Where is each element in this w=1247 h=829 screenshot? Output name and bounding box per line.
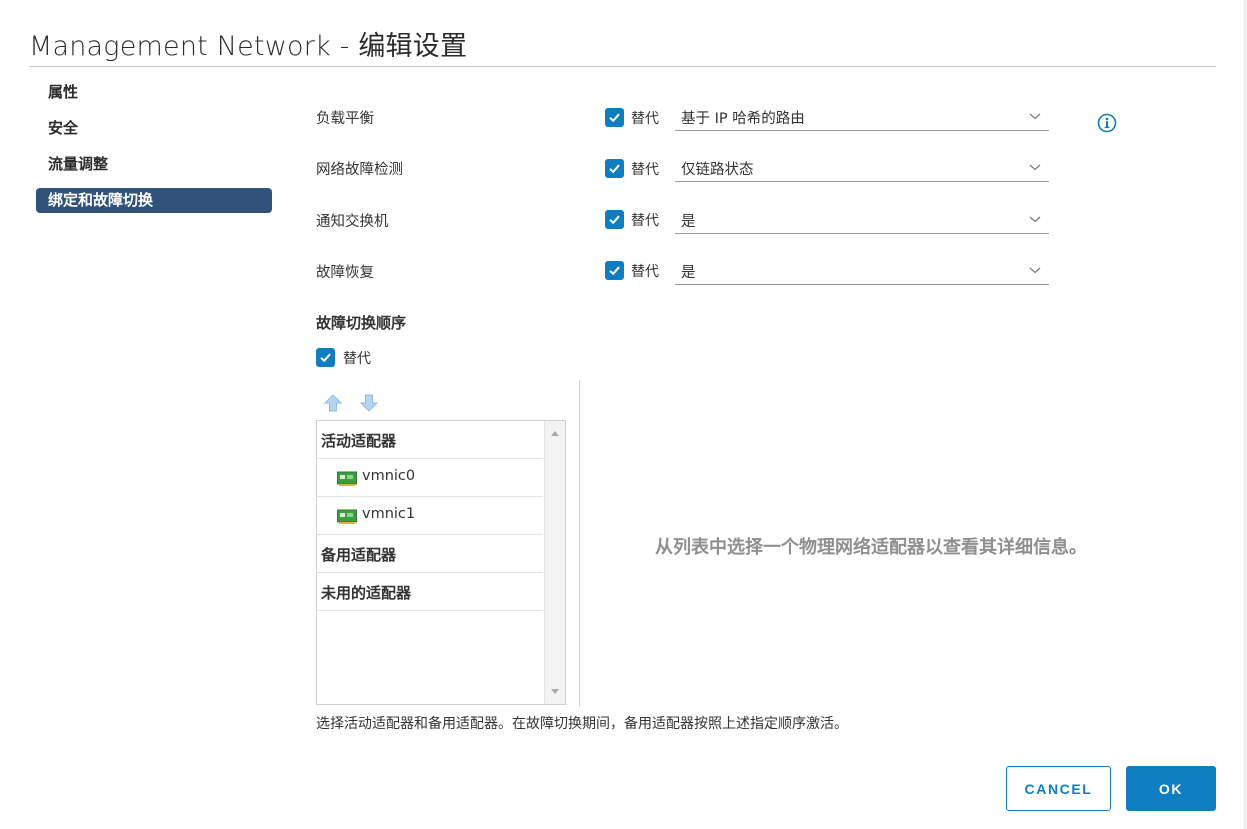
failure-detection-label: 网络故障检测 (316, 162, 403, 178)
scroll-down-icon[interactable] (551, 689, 559, 694)
scroll-up-icon[interactable] (551, 431, 559, 436)
checkmark-icon (609, 266, 620, 276)
checkmark-icon (609, 164, 620, 174)
notify-switches-override-label: 替代 (631, 213, 659, 229)
notify-switches-override-checkbox[interactable] (605, 210, 624, 229)
list-item-label: vmnic1 (362, 506, 416, 522)
sidebar-item-properties[interactable]: 属性 (36, 80, 272, 105)
list-group-label: 备用适配器 (321, 546, 397, 564)
load-balancing-value: 基于 IP 哈希的路由 (681, 111, 805, 127)
detail-panel-divider (579, 380, 580, 707)
load-balancing-label: 负载平衡 (316, 111, 374, 127)
sidebar-item-teaming-failover[interactable]: 绑定和故障切换 (36, 188, 272, 213)
failback-override-label: 替代 (631, 264, 659, 280)
adapter-detail-empty-message: 从列表中选择一个物理网络适配器以查看其详细信息。 (655, 537, 1087, 558)
list-item-vmnic0[interactable]: vmnic0 (317, 459, 543, 497)
edit-settings-dialog: Management Network - 编辑设置 属性 安全 流量调整 绑定和… (0, 0, 1247, 829)
cancel-button[interactable]: CANCEL (1006, 766, 1111, 811)
failover-order-override-checkbox[interactable] (316, 348, 335, 367)
list-group-standby-adapters[interactable]: 备用适配器 (317, 535, 543, 573)
network-card-icon (337, 509, 357, 524)
list-scrollbar[interactable] (544, 421, 565, 704)
checkmark-icon (609, 113, 620, 123)
list-group-label: 活动适配器 (321, 432, 397, 450)
arrow-up-icon[interactable] (323, 393, 343, 413)
failure-detection-override-checkbox[interactable] (605, 159, 624, 178)
ok-button[interactable]: OK (1126, 766, 1216, 811)
list-group-unused-adapters[interactable]: 未用的适配器 (317, 573, 543, 611)
failback-label: 故障恢复 (316, 265, 374, 281)
failure-detection-override-label: 替代 (631, 162, 659, 178)
checkmark-icon (320, 353, 331, 363)
sidebar-item-traffic-shaping[interactable]: 流量调整 (36, 152, 272, 177)
checkmark-icon (609, 215, 620, 225)
sidebar-item-security[interactable]: 安全 (36, 116, 272, 141)
network-card-icon (337, 471, 357, 486)
failover-adapter-list: 活动适配器 vmnic0 vmnic1 备用适配器 未用的适配器 (316, 420, 566, 705)
list-group-active-adapters[interactable]: 活动适配器 (317, 421, 543, 459)
dialog-title: Management Network - 编辑设置 (29, 31, 468, 62)
arrow-down-icon[interactable] (359, 393, 379, 413)
load-balancing-override-checkbox[interactable] (605, 108, 624, 127)
failover-order-override-label: 替代 (343, 351, 371, 367)
failure-detection-select[interactable]: 仅链路状态 (675, 154, 1049, 182)
title-divider (29, 66, 1216, 67)
list-group-label: 未用的适配器 (321, 584, 412, 602)
failback-override-checkbox[interactable] (605, 261, 624, 280)
list-item-label: vmnic0 (362, 468, 416, 484)
list-item-vmnic1[interactable]: vmnic1 (317, 497, 543, 535)
info-circle-icon[interactable] (1097, 113, 1117, 133)
load-balancing-override-label: 替代 (631, 111, 659, 127)
load-balancing-select[interactable]: 基于 IP 哈希的路由 (675, 103, 1049, 131)
dialog-edge (1243, 0, 1247, 829)
notify-switches-label: 通知交换机 (316, 214, 389, 230)
failback-value: 是 (681, 265, 696, 281)
chevron-down-icon (1029, 113, 1041, 120)
sidebar-nav: 属性 安全 流量调整 绑定和故障切换 (36, 80, 272, 224)
chevron-down-icon (1029, 164, 1041, 171)
notify-switches-value: 是 (681, 214, 696, 230)
failure-detection-value: 仅链路状态 (681, 162, 754, 178)
chevron-down-icon (1029, 216, 1041, 223)
failover-hint-text: 选择活动适配器和备用适配器。在故障切换期间，备用适配器按照上述指定顺序激活。 (316, 716, 848, 732)
chevron-down-icon (1029, 267, 1041, 274)
failover-order-title: 故障切换顺序 (316, 314, 407, 332)
notify-switches-select[interactable]: 是 (675, 206, 1049, 234)
failback-select[interactable]: 是 (675, 257, 1049, 285)
